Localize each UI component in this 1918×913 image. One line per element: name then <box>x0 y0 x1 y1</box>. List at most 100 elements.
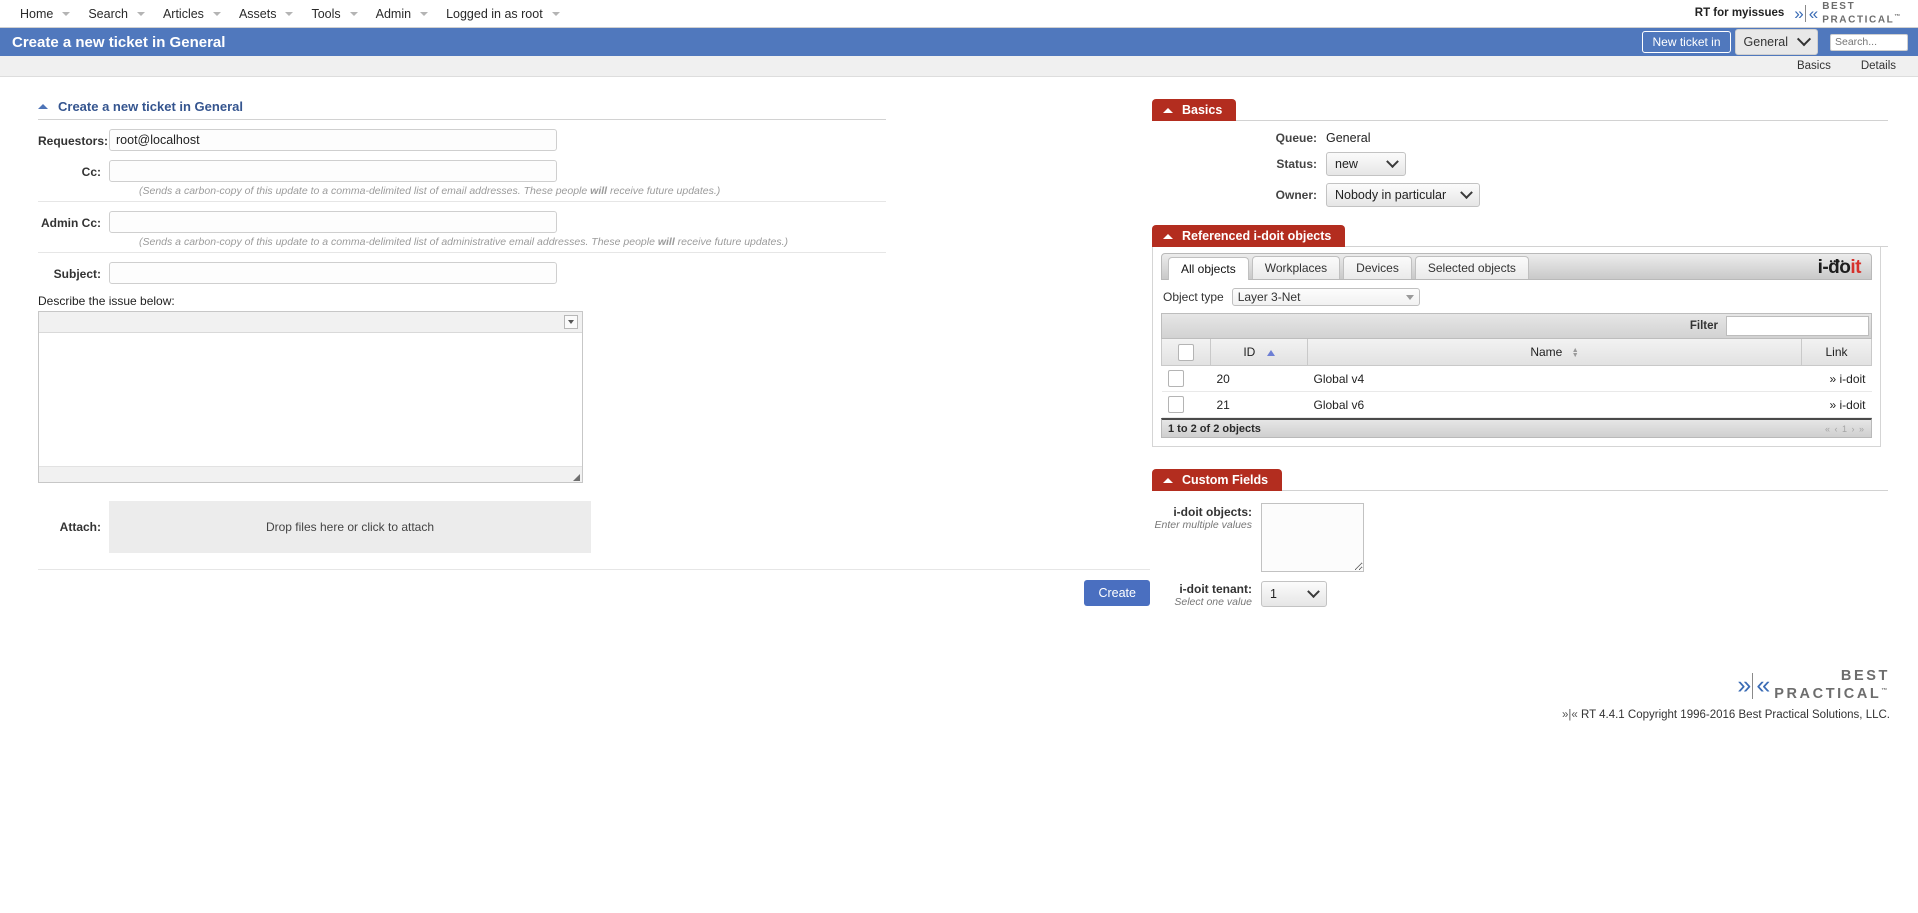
tab-all-objects[interactable]: All objects <box>1168 257 1249 280</box>
attach-row: Attach: Drop files here or click to atta… <box>38 501 1152 553</box>
footer-brand-line-1: BEST <box>1840 668 1890 685</box>
footer-brand-text: BEST PRACTICAL™ <box>1774 669 1890 702</box>
queue-row: Queue: General <box>1152 131 1888 145</box>
nav-item-articles[interactable]: Articles <box>151 0 227 27</box>
admin-cc-row: Admin Cc: <box>38 211 1152 233</box>
subject-row: Subject: <box>38 262 1152 284</box>
idoit-tenant-select[interactable]: 1 <box>1261 581 1327 607</box>
new-ticket-in-button[interactable]: New ticket in <box>1642 31 1731 53</box>
queue-dropdown-value: General <box>1743 35 1788 49</box>
idoit-widget-title: Referenced i-doit objects <box>1182 229 1332 243</box>
table-row: 20 Global v4 » i-doit <box>1161 365 1872 392</box>
column-header-link-label: Link <box>1825 345 1848 359</box>
page-root: Home Search Articles Assets Tools Admin <box>0 0 1918 913</box>
editor-dropdown-button[interactable] <box>564 315 578 329</box>
column-header-link: Link <box>1801 339 1872 366</box>
row-select-cell <box>1161 365 1211 392</box>
status-select[interactable]: new <box>1326 152 1406 176</box>
row-checkbox[interactable] <box>1167 370 1184 387</box>
requestors-label: Requestors: <box>38 134 109 148</box>
nav-item-home[interactable]: Home <box>8 0 76 27</box>
topnav-right: RT for myissues » « BEST PRACTICAL™ <box>1695 1 1910 25</box>
chevron-down-icon <box>1386 154 1399 168</box>
footer-brand-tm: ™ <box>1881 688 1890 695</box>
subnav-link-details[interactable]: Details <box>1861 60 1896 72</box>
nav-item-admin[interactable]: Admin <box>364 0 434 27</box>
search-input[interactable] <box>1830 33 1908 51</box>
row-checkbox[interactable] <box>1167 396 1184 413</box>
queue-dropdown[interactable]: General <box>1734 29 1818 55</box>
nav-items: Home Search Articles Assets Tools Admin <box>8 0 566 27</box>
attach-label: Attach: <box>59 520 101 534</box>
footer-brand-line-2: PRACTICAL <box>1774 686 1882 702</box>
collapse-caret-icon[interactable] <box>1163 233 1173 239</box>
chevron-down-icon <box>1307 584 1320 598</box>
row-id: 20 <box>1210 365 1308 392</box>
row-link[interactable]: » i-doit <box>1801 391 1872 418</box>
idoit-logo: •••• i-doit <box>1818 257 1865 277</box>
idoit-panel: All objects Workplaces Devices Selected … <box>1152 247 1881 447</box>
page-footer: » « BEST PRACTICAL™ »|« RT 4.4.1 Copyrig… <box>1562 669 1890 721</box>
filter-input[interactable] <box>1726 316 1869 336</box>
select-all-checkbox[interactable] <box>1178 343 1194 361</box>
file-dropzone[interactable]: Drop files here or click to attach <box>109 501 591 553</box>
cc-row: Cc: <box>38 160 1152 182</box>
cc-hint-post: receive future updates.) <box>607 185 721 197</box>
logo-divider <box>1752 672 1754 699</box>
owner-row: Owner: Nobody in particular <box>1152 183 1888 207</box>
subnav-link-basics[interactable]: Basics <box>1797 60 1831 72</box>
chevron-down-icon <box>1460 185 1474 199</box>
tab-selected-objects[interactable]: Selected objects <box>1414 256 1529 279</box>
tab-workplaces[interactable]: Workplaces <box>1251 256 1341 279</box>
chevron-down-icon <box>136 11 145 16</box>
cc-hint-bold: will <box>590 185 608 197</box>
row-name: Global v6 <box>1307 391 1802 418</box>
divider <box>38 569 1150 570</box>
queue-label: Queue: <box>1275 131 1317 145</box>
nav-item-assets[interactable]: Assets <box>227 0 300 27</box>
admin-cc-hint-pre: (Sends a carbon-copy of this update to a… <box>139 236 658 248</box>
owner-value: Nobody in particular <box>1335 188 1447 202</box>
chevron-down-icon <box>62 11 71 16</box>
column-header-name[interactable]: Name ▲ ▼ <box>1307 339 1802 366</box>
owner-select[interactable]: Nobody in particular <box>1326 183 1481 207</box>
requestors-input[interactable] <box>109 129 557 151</box>
nav-item-logged-in-as-root[interactable]: Logged in as root <box>434 0 566 27</box>
idoit-tabs: All objects Workplaces Devices Selected … <box>1161 253 1872 280</box>
table-footer: 1 to 2 of 2 objects « ‹ 1 › » <box>1161 418 1872 438</box>
table-body: 20 Global v4 » i-doit 21 Global v6 » i-d… <box>1161 365 1872 418</box>
collapse-caret-icon[interactable] <box>1163 477 1173 483</box>
message-textarea[interactable] <box>39 333 582 466</box>
idoit-tenant-value: 1 <box>1270 587 1277 601</box>
create-ticket-section-header: Create a new ticket in General <box>38 99 886 120</box>
admin-cc-hint: (Sends a carbon-copy of this update to a… <box>139 236 1152 248</box>
nav-item-search[interactable]: Search <box>76 0 151 27</box>
resize-handle[interactable] <box>573 474 580 481</box>
collapse-caret-icon[interactable] <box>1163 107 1173 113</box>
idoit-objects-label: i-doit objects: <box>1173 505 1252 519</box>
tab-devices[interactable]: Devices <box>1343 256 1412 279</box>
chevrons-right-icon: » <box>1737 671 1751 700</box>
ticket-form-column: Create a new ticket in General Requestor… <box>0 99 1152 618</box>
column-header-id[interactable]: ID <box>1210 339 1308 366</box>
pagination-controls[interactable]: « ‹ 1 › » <box>1825 424 1865 434</box>
admin-cc-input[interactable] <box>109 211 557 233</box>
subject-input[interactable] <box>109 262 557 284</box>
idoit-objects-textarea[interactable] <box>1261 503 1364 572</box>
editor-toolbar <box>39 312 582 333</box>
basics-fields: Queue: General Status: new Owner: Nobody… <box>1152 131 1888 207</box>
row-link[interactable]: » i-doit <box>1801 365 1872 392</box>
status-label: Status: <box>1276 157 1317 171</box>
results-count: 1 to 2 of 2 objects <box>1168 422 1261 435</box>
filter-bar: Filter <box>1161 313 1872 339</box>
nav-item-tools[interactable]: Tools <box>299 0 363 27</box>
create-button[interactable]: Create <box>1084 580 1150 606</box>
create-ticket-section-title: Create a new ticket in General <box>58 99 243 114</box>
idoit-tenant-field-row: i-doit tenant: Select one value 1 <box>1152 580 1888 608</box>
idoit-tenant-label: i-doit tenant: <box>1179 582 1252 596</box>
cc-input[interactable] <box>109 160 557 182</box>
nav-item-label: Search <box>88 6 128 21</box>
idoit-objects-sublabel: Enter multiple values <box>1154 519 1252 531</box>
object-type-select[interactable]: Layer 3-Net <box>1231 288 1420 306</box>
collapse-caret-icon[interactable] <box>38 104 48 109</box>
